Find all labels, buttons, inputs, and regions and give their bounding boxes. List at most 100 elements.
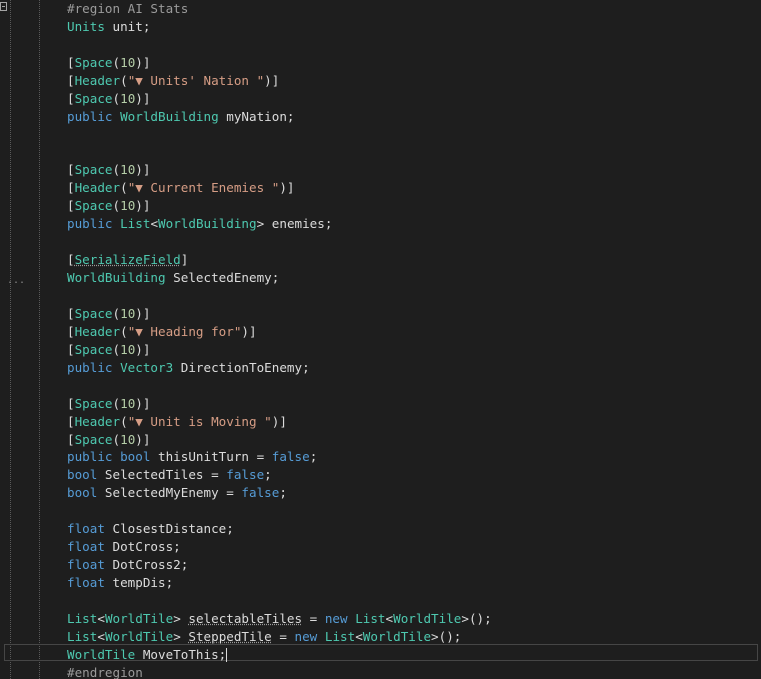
code-line[interactable] [67,502,757,520]
code-line[interactable] [67,592,757,610]
code-token: Space [74,341,113,357]
code-line[interactable]: public bool thisUnitTurn = false; [67,448,757,466]
code-line[interactable]: [Space(10)] [67,197,757,215]
code-token: SteppedTile [188,628,272,644]
code-token: List [355,610,386,626]
code-token: )] [135,198,151,214]
code-line[interactable] [67,287,757,305]
code-line[interactable]: [Header("▼ Heading for")] [67,323,757,341]
code-line[interactable]: [Header("▼ Current Enemies ")] [67,179,757,197]
code-line[interactable]: public WorldBuilding myNation; [67,108,757,126]
code-token: Header [74,413,121,429]
code-token: WorldBuilding [67,270,166,286]
code-token: [ [67,305,75,321]
code-token: )] [135,305,151,321]
code-token: List [324,628,356,644]
code-token: "▼ Heading for" [127,323,242,339]
code-token: Space [74,305,113,321]
code-line[interactable]: List<WorldTile> SteppedTile = new List<W… [67,628,757,646]
code-token: Header [74,72,121,88]
code-token: WorldTile [67,646,136,662]
code-token: ( [112,162,121,178]
code-line[interactable]: [Header("▼ Units' Nation ")] [67,72,757,90]
code-token: new [294,628,318,644]
code-token: ( [120,413,128,429]
code-line[interactable]: float tempDis; [67,574,757,592]
code-token: 10 [120,198,136,214]
code-editor[interactable]: ... #region AI Stats Units unit; [Space(10… [0,0,761,679]
code-token: List [120,216,151,232]
code-line[interactable]: [Space(10)] [67,341,757,359]
code-token: "▼ Current Enemies " [127,180,280,196]
code-token: "▼ Unit is Moving " [127,413,272,429]
code-token: < [385,610,394,626]
code-line[interactable]: [Space(10)] [67,431,757,449]
code-token: [ [67,198,75,214]
code-token: ClosestDistance; [104,521,234,537]
code-token: WorldTile [104,610,174,626]
code-line[interactable]: [Space(10)] [67,395,757,413]
code-token: ; [279,485,287,501]
code-token: false [271,449,310,465]
code-token: < [97,610,105,626]
code-line[interactable]: #region AI Stats [67,0,757,18]
code-line[interactable]: #endregion [67,664,757,679]
code-line[interactable]: public Vector3 DirectionToEnemy; [67,359,757,377]
code-token: List [67,610,98,626]
code-line[interactable]: public List<WorldBuilding> enemies; [67,215,757,233]
code-token: Vector3 [120,359,174,375]
code-line[interactable]: [Space(10)] [67,161,757,179]
code-line[interactable]: [Header("▼ Unit is Moving ")] [67,413,757,431]
code-line[interactable] [67,126,757,144]
code-token: ( [120,180,128,196]
code-line[interactable]: bool SelectedMyEnemy = false; [67,484,757,502]
code-area[interactable]: #region AI Stats Units unit; [Space(10)] [H… [67,0,757,679]
code-token: [ [67,395,75,411]
code-line[interactable] [67,377,757,395]
code-token: ; [309,449,318,465]
code-token: )] [271,413,287,429]
code-line[interactable]: WorldBuilding SelectedEnemy; [67,269,757,287]
code-token: false [226,467,265,483]
code-token: #region AI Stats [67,1,189,16]
code-line[interactable] [67,36,757,54]
code-line[interactable]: [SerializeField] [67,251,757,269]
code-token: new [324,610,348,626]
code-line[interactable]: [Space(10)] [67,90,757,108]
code-line[interactable]: float DotCross; [67,538,757,556]
code-line[interactable]: float DotCross2; [67,556,757,574]
code-line[interactable]: float ClosestDistance; [67,520,757,538]
code-token: )] [241,323,257,339]
code-line[interactable] [67,233,757,251]
code-token: unit; [104,18,151,34]
code-token: )] [135,54,151,70]
code-token: ( [112,54,121,70]
code-token: WorldTile [393,610,462,626]
code-token: ( [112,395,121,411]
code-token: SelectedEnemy; [165,270,280,286]
code-token: float [67,539,105,555]
code-token: [ [67,180,75,196]
code-token: Space [74,395,113,411]
code-line[interactable]: WorldTile MoveToThis; [67,646,757,664]
collapse-minus-icon[interactable] [0,2,7,11]
code-token: WorldBuilding [158,216,257,232]
code-token: tempDis; [104,575,174,590]
code-token: )] [264,72,280,88]
code-line[interactable]: List<WorldTile> selectableTiles = new Li… [67,610,757,628]
code-line[interactable]: Units unit; [67,18,757,36]
code-line[interactable] [67,144,757,162]
code-line[interactable]: bool SelectedTiles = false; [67,466,757,484]
code-line[interactable]: [Space(10)] [67,54,757,72]
code-token: Space [74,162,113,178]
code-token: 10 [120,431,136,447]
code-token: bool [120,449,151,465]
code-token: [ [67,323,75,339]
code-token: < [355,628,363,644]
code-line[interactable]: [Space(10)] [67,305,757,323]
